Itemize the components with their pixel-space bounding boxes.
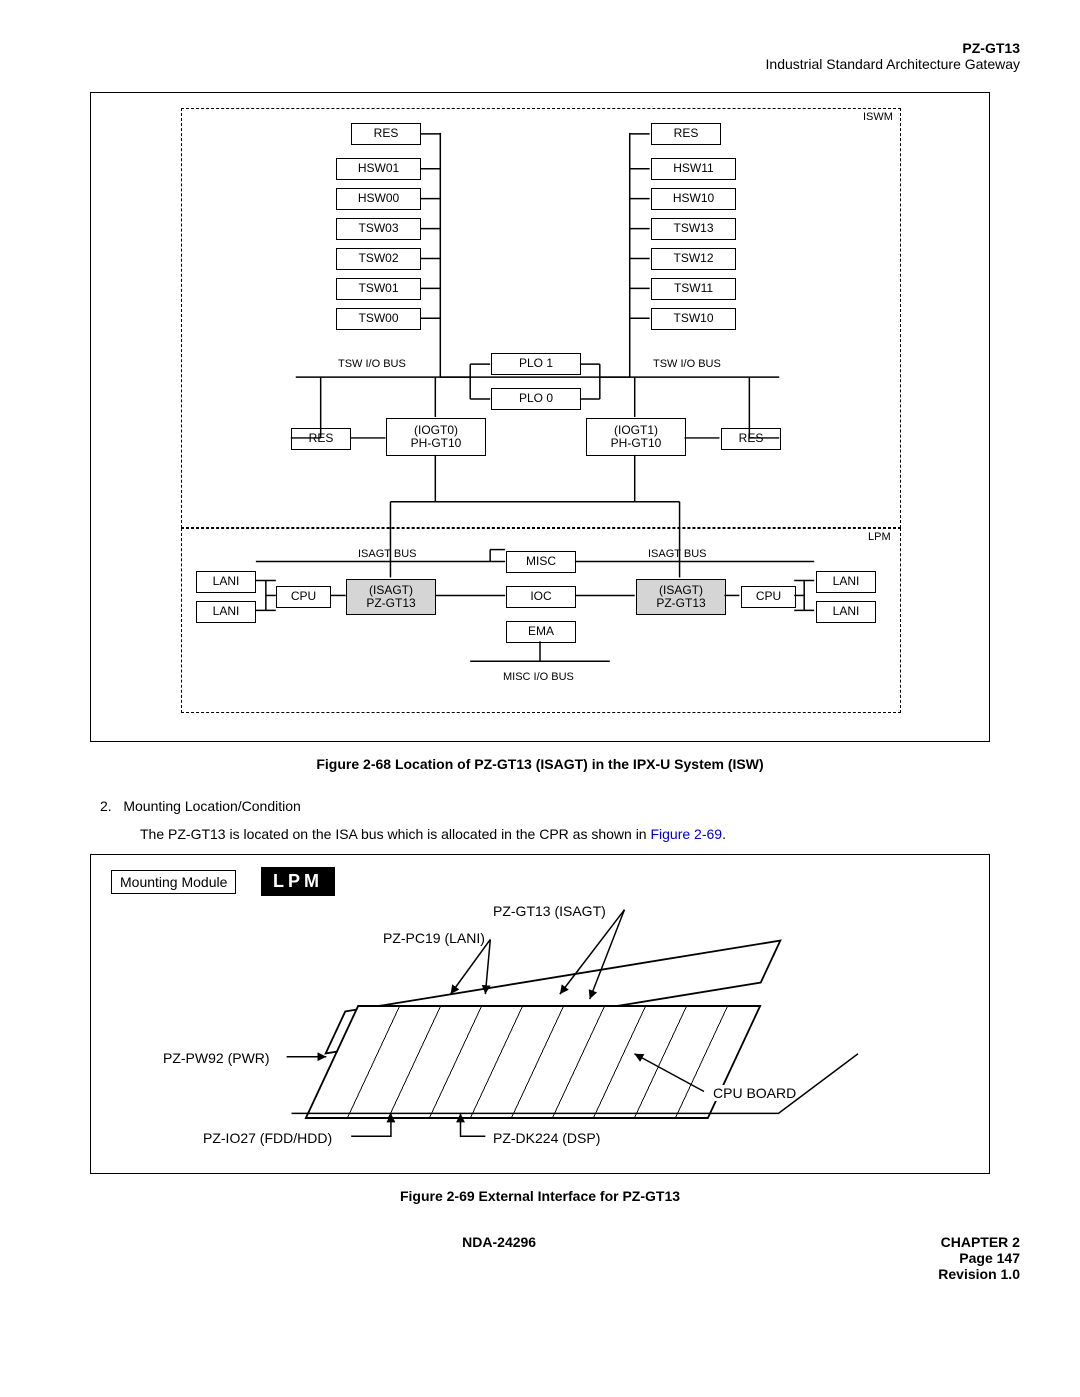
iogt0-box: (IOGT0) PH-GT10	[386, 418, 486, 456]
label-cpu: CPU BOARD	[711, 1085, 798, 1101]
plo1: PLO 1	[491, 353, 581, 375]
label-fdd: PZ-IO27 (FDD/HDD)	[201, 1130, 334, 1146]
section-num: 2.	[100, 798, 112, 814]
chapter: CHAPTER 2	[938, 1234, 1020, 1250]
lpm-label: LPM	[866, 531, 893, 543]
page-footer: NDA-24296 CHAPTER 2 Page 147 Revision 1.…	[60, 1234, 1020, 1282]
figure-69-frame: Mounting Module LPM PZ-GT13 (ISAGT) PZ-P…	[90, 854, 990, 1174]
figure-link[interactable]: Figure 2-69	[650, 826, 722, 842]
label-isagt: PZ-GT13 (ISAGT)	[491, 903, 608, 919]
right-tsw13: TSW13	[651, 218, 736, 240]
tsw-bus-right: TSW I/O BUS	[651, 358, 723, 370]
revision: Revision 1.0	[938, 1266, 1020, 1282]
misc-bus-label: MISC I/O BUS	[501, 671, 576, 683]
section-title: Mounting Location/Condition	[123, 798, 300, 814]
left-hsw01: HSW01	[336, 158, 421, 180]
isagt-right-l2: PZ-GT13	[656, 597, 705, 610]
right-hsw10: HSW10	[651, 188, 736, 210]
phgt10-left: PH-GT10	[411, 437, 462, 450]
section-body: The PZ-GT13 is located on the ISA bus wh…	[140, 826, 1020, 842]
lani-tl: LANI	[196, 571, 256, 593]
isagt-left-l2: PZ-GT13	[366, 597, 415, 610]
label-pwr: PZ-PW92 (PWR)	[161, 1050, 272, 1066]
cpu-right: CPU	[741, 586, 796, 608]
figure-68-frame: ISWM LPM RES HSW01 HSW00 TSW03 TSW02 TSW…	[90, 92, 990, 742]
right-tsw12: TSW12	[651, 248, 736, 270]
body-post: .	[722, 826, 726, 842]
tsw-bus-left: TSW I/O BUS	[336, 358, 408, 370]
ioc-box: IOC	[506, 586, 576, 608]
lani-bl: LANI	[196, 601, 256, 623]
doc-number: NDA-24296	[462, 1234, 536, 1282]
left-tsw02: TSW02	[336, 248, 421, 270]
right-res: RES	[651, 123, 721, 145]
iswm-region	[181, 108, 901, 528]
lani-br: LANI	[816, 601, 876, 623]
isagt-bus-right: ISAGT BUS	[646, 548, 708, 560]
chassis	[304, 1005, 761, 1119]
right-hsw11: HSW11	[651, 158, 736, 180]
phgt10-right: PH-GT10	[611, 437, 662, 450]
left-tsw00: TSW00	[336, 308, 421, 330]
isagt-bus-left: ISAGT BUS	[356, 548, 418, 560]
label-lani: PZ-PC19 (LANI)	[381, 930, 487, 946]
misc-box: MISC	[506, 551, 576, 573]
plo0: PLO 0	[491, 388, 581, 410]
isagt-right: (ISAGT) PZ-GT13	[636, 579, 726, 615]
res-right: RES	[721, 428, 781, 450]
left-hsw00: HSW00	[336, 188, 421, 210]
left-tsw01: TSW01	[336, 278, 421, 300]
right-tsw10: TSW10	[651, 308, 736, 330]
figure-69-caption: Figure 2-69 External Interface for PZ-GT…	[60, 1188, 1020, 1204]
label-dsp: PZ-DK224 (DSP)	[491, 1130, 602, 1146]
right-tsw11: TSW11	[651, 278, 736, 300]
page-header: PZ-GT13 Industrial Standard Architecture…	[60, 40, 1020, 72]
cpu-left: CPU	[276, 586, 331, 608]
lani-tr: LANI	[816, 571, 876, 593]
figure-68-caption: Figure 2-68 Location of PZ-GT13 (ISAGT) …	[60, 756, 1020, 772]
body-pre: The PZ-GT13 is located on the ISA bus wh…	[140, 826, 650, 842]
ema-box: EMA	[506, 621, 576, 643]
iogt1-box: (IOGT1) PH-GT10	[586, 418, 686, 456]
left-res: RES	[351, 123, 421, 145]
section-2: 2. Mounting Location/Condition	[100, 798, 1020, 814]
page-no: Page 147	[938, 1250, 1020, 1266]
subtitle: Industrial Standard Architecture Gateway	[60, 56, 1020, 72]
lpm-tag: LPM	[261, 867, 335, 896]
res-left: RES	[291, 428, 351, 450]
mounting-module-tag: Mounting Module	[111, 870, 236, 894]
left-tsw03: TSW03	[336, 218, 421, 240]
iswm-label: ISWM	[861, 111, 895, 123]
part-number: PZ-GT13	[60, 40, 1020, 56]
isagt-left: (ISAGT) PZ-GT13	[346, 579, 436, 615]
